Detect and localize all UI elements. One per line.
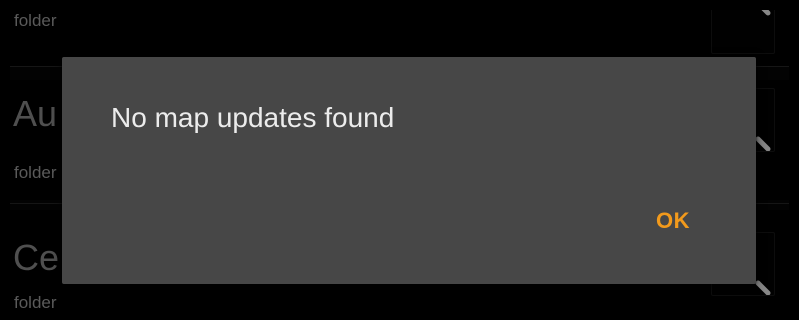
ok-button[interactable]: OK — [656, 208, 690, 234]
alert-dialog: No map updates found OK — [62, 57, 756, 284]
dialog-message: No map updates found — [111, 102, 395, 133]
